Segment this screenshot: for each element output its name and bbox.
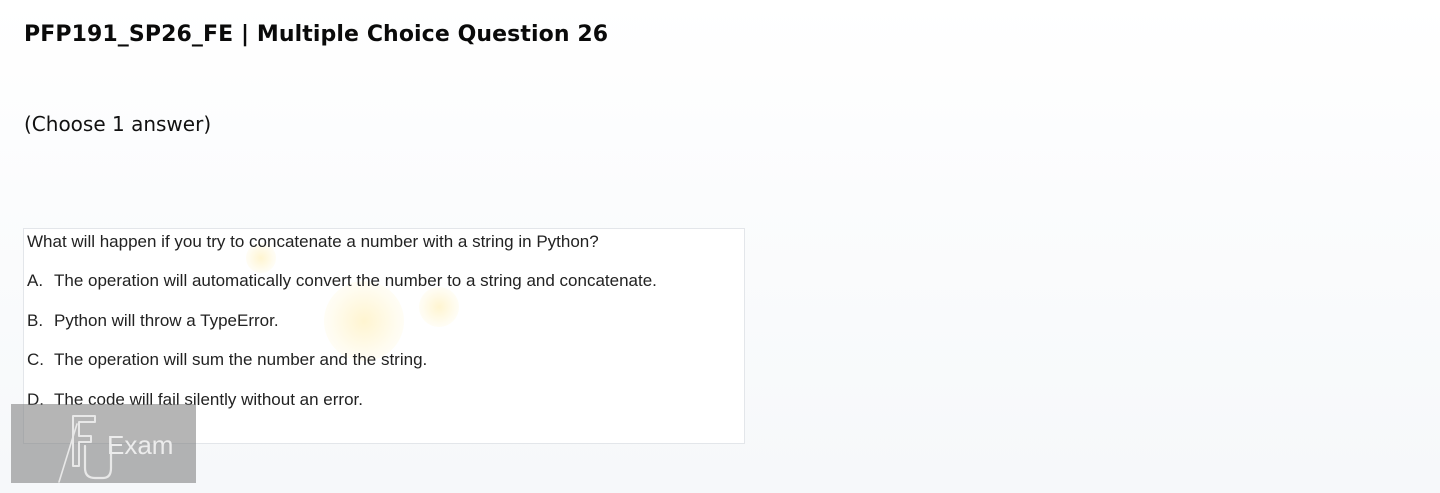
option-letter: A.	[27, 271, 44, 290]
page-title: PFP191_SP26_FE | Multiple Choice Questio…	[24, 22, 609, 47]
option-text: The operation will automatically convert…	[54, 271, 657, 290]
option-text: The operation will sum the number and th…	[54, 350, 428, 369]
watermark-text: Exam	[107, 430, 173, 460]
decorative-blob	[419, 287, 459, 327]
option-text: Python will throw a TypeError.	[54, 311, 279, 330]
option-a[interactable]: A. The operation will automatically conve…	[27, 271, 657, 291]
option-c[interactable]: C. The operation will sum the number and …	[27, 350, 427, 370]
question-text: What will happen if you try to concatena…	[27, 232, 599, 251]
option-letter: C.	[27, 350, 44, 369]
option-b[interactable]: B. Python will throw a TypeError.	[27, 311, 279, 331]
option-letter: B.	[27, 311, 44, 330]
logo-icon: Exam	[58, 415, 173, 483]
watermark-logo: Exam	[11, 404, 196, 483]
decorative-blob	[324, 281, 404, 361]
answer-instruction: (Choose 1 answer)	[24, 112, 212, 136]
